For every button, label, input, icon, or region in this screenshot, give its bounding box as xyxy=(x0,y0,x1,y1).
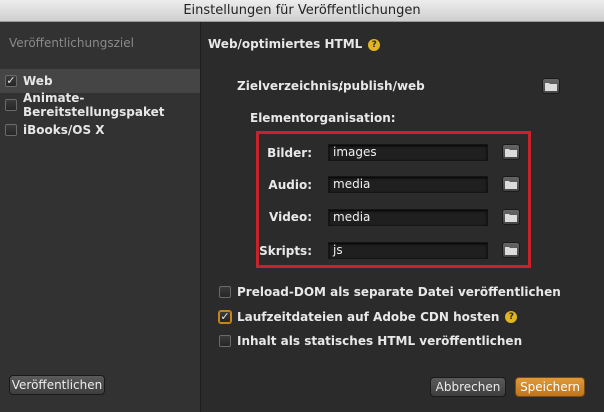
ibooks-checkbox[interactable] xyxy=(5,124,17,136)
sidebar-item-ibooks[interactable]: iBooks/OS X xyxy=(0,118,200,142)
folder-icon xyxy=(505,213,517,222)
images-label: Bilder: xyxy=(267,146,312,160)
audio-label: Audio: xyxy=(268,178,312,192)
animate-package-checkbox[interactable] xyxy=(5,99,17,111)
window-titlebar: Einstellungen für Veröffentlichungen xyxy=(0,0,604,22)
video-browse-button[interactable] xyxy=(502,209,520,225)
folder-icon xyxy=(545,82,557,91)
element-org-label: Elementorganisation: xyxy=(250,111,396,125)
preload-dom-checkbox[interactable] xyxy=(219,286,231,298)
help-icon[interactable]: ? xyxy=(368,39,381,51)
save-button[interactable]: Speichern xyxy=(515,377,585,397)
scripts-browse-button[interactable] xyxy=(502,242,520,258)
folder-icon xyxy=(505,246,517,255)
sidebar-item-label: Web xyxy=(23,74,53,88)
scripts-label: Skripts: xyxy=(259,244,312,258)
preload-dom-option[interactable]: Preload-DOM als separate Datei veröffent… xyxy=(219,285,561,299)
images-browse-button[interactable] xyxy=(502,144,520,160)
static-html-checkbox[interactable] xyxy=(219,335,231,347)
sidebar-header: Veröffentlichungsziel xyxy=(9,36,134,50)
audio-folder-field[interactable]: media xyxy=(328,176,488,193)
sidebar-item-label: Animate-Bereitstellungspaket xyxy=(23,91,165,119)
video-folder-field[interactable]: media xyxy=(328,209,488,226)
target-dir-label: Zielverzeichnis: xyxy=(237,79,344,93)
sidebar-item-animate-package[interactable]: Animate-Bereitstellungspaket xyxy=(0,91,200,119)
cancel-button[interactable]: Abbrechen xyxy=(430,377,506,397)
publish-button[interactable]: Veröffentlichen xyxy=(9,375,105,395)
audio-browse-button[interactable] xyxy=(502,176,520,192)
sidebar-item-label: iBooks/OS X xyxy=(23,123,105,137)
folder-icon xyxy=(505,148,517,157)
folder-icon xyxy=(505,180,517,189)
section-title: Web/optimiertes HTML? xyxy=(208,37,381,51)
images-folder-field[interactable]: images xyxy=(328,144,488,161)
cdn-hosting-checkbox[interactable]: ✓ xyxy=(219,311,231,323)
sidebar: Veröffentlichungsziel ✓ Web Animate-Bere… xyxy=(0,22,201,412)
help-icon[interactable]: ? xyxy=(505,311,518,323)
target-dir-browse-button[interactable] xyxy=(542,78,560,94)
section-title-text: Web/optimiertes HTML xyxy=(208,37,363,51)
static-html-label: Inhalt als statisches HTML veröffentlich… xyxy=(237,334,523,348)
scripts-folder-field[interactable]: js xyxy=(328,242,488,259)
cdn-hosting-option[interactable]: ✓ Laufzeitdateien auf Adobe CDN hosten ? xyxy=(219,310,518,324)
static-html-option[interactable]: Inhalt als statisches HTML veröffentlich… xyxy=(219,334,522,348)
preload-dom-label: Preload-DOM als separate Datei veröffent… xyxy=(237,285,561,299)
sidebar-item-web[interactable]: ✓ Web xyxy=(0,69,200,93)
cdn-hosting-label: Laufzeitdateien auf Adobe CDN hosten xyxy=(237,310,500,324)
web-checkbox[interactable]: ✓ xyxy=(5,75,17,87)
video-label: Video: xyxy=(269,210,312,224)
window-title: Einstellungen für Veröffentlichungen xyxy=(183,3,421,18)
target-dir-value: ./publish/web xyxy=(334,79,425,93)
